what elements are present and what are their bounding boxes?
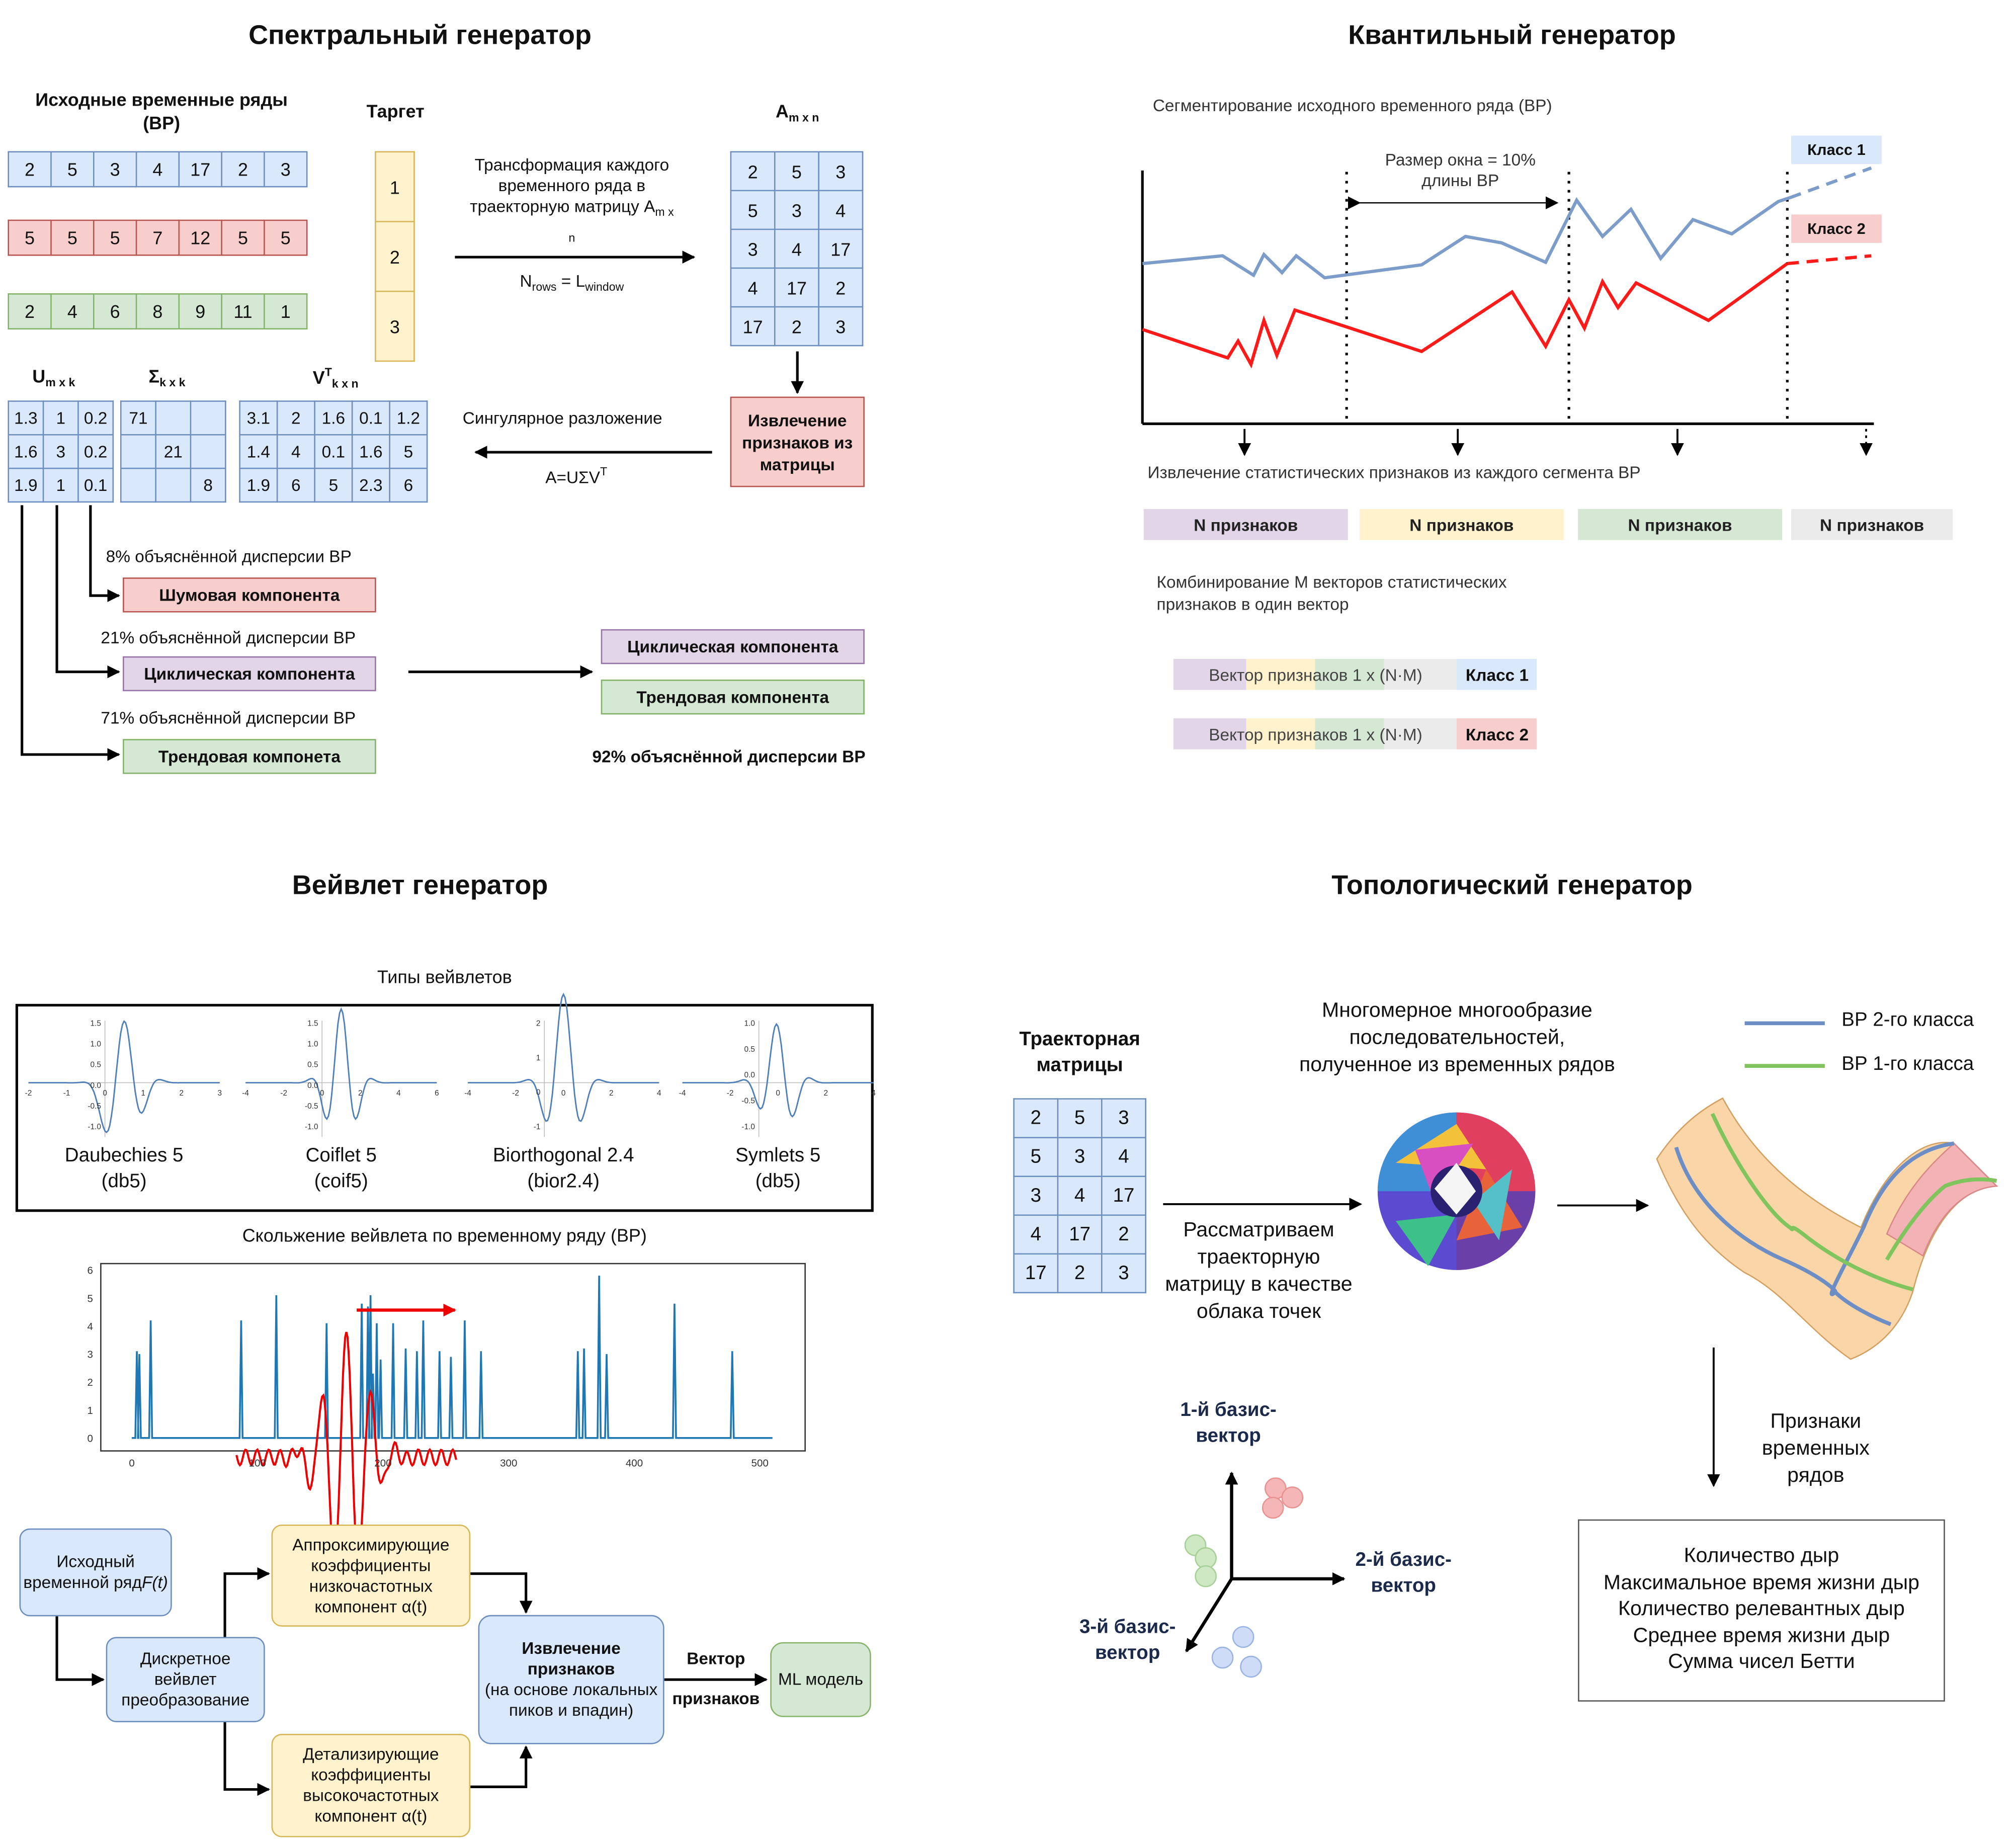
wavelet-type-name: Symlets 5 [735,1144,821,1167]
point-cloud-red [1262,1477,1304,1519]
figure-stage: Спектральный генератор Исходные временны… [0,0,2016,1845]
wavelet-type-code: (db5) [755,1170,801,1193]
topo-features-box: Количество дыр Максимальное время жизни … [1578,1519,1945,1702]
wavelet-type-code: (coif5) [314,1170,368,1193]
wavelet-type-label: Daubechies 5 (db5) [13,1143,235,1195]
topo-feature: Количество дыр [1684,1545,1839,1568]
axis-3-label: 3-й базис-вектор [1079,1616,1176,1664]
wavelet-type-name: Biorthogonal 2.4 [492,1144,634,1167]
wavelet-type-name: Coiflet 5 [305,1144,377,1167]
point-cloud-blue [1211,1626,1262,1678]
manifold-torus [1377,1112,1536,1270]
wavelet-type-label: Coiflet 5 (coif5) [230,1143,452,1195]
wavelet-type-name: Daubechies 5 [64,1144,184,1167]
ts-features-label: Признаки временных рядов [1761,1410,1870,1487]
legend-class1: ВР 1-го класса [1841,1053,1974,1075]
wavelet-type-label: Biorthogonal 2.4 (bior2.4) [452,1143,675,1195]
point-cloud-green [1184,1534,1217,1587]
topo-feature: Максимальное время жизни дыр [1603,1572,1920,1595]
topo-feature: Количество релевантных дыр [1618,1599,1905,1621]
wavelet-type-code: (bior2.4) [527,1170,600,1193]
point-cloud-text: Рассматриваем траекторную матрицу в каче… [1165,1219,1353,1323]
topo-feature: Сумма чисел Бетти [1668,1651,1855,1673]
topo-feature: Среднее время жизни дыр [1633,1625,1890,1647]
wavelet-type-label: Symlets 5 (db5) [667,1143,889,1195]
class-surface [1656,1097,1998,1360]
axis-1-label: 1-й базис-вектор [1180,1399,1277,1447]
wavelet-type-code: (db5) [101,1170,147,1193]
legend-class2: ВР 2-го класса [1841,1009,1974,1031]
axis-2-label: 2-й базис-вектор [1355,1549,1452,1597]
